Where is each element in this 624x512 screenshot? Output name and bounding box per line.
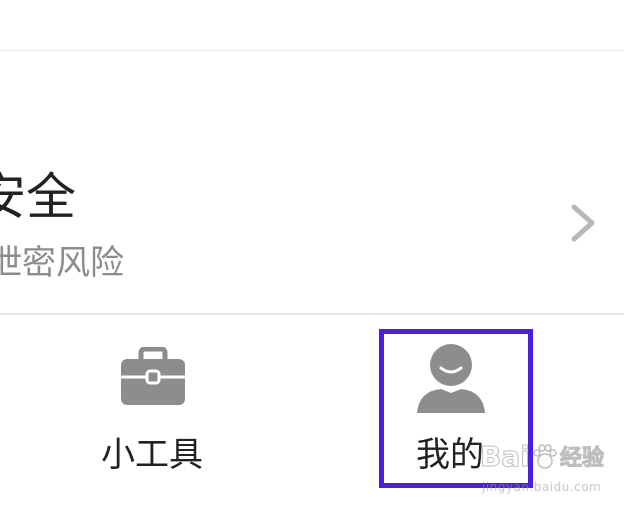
card-title: 安全	[0, 168, 76, 226]
tab-tools-label: 小工具	[101, 435, 203, 475]
watermark-url: jingyan.baidu.com	[482, 480, 602, 494]
watermark-brand: Bai	[480, 440, 531, 473]
watermark-suffix: 经验	[559, 446, 605, 472]
toolbox-icon	[121, 347, 185, 405]
watermark-logo: Bai 经验 jingyan.baidu.com	[480, 438, 620, 498]
chevron-right-icon[interactable]	[564, 201, 604, 245]
screen: 安全 泄密风险 小工具 我的 Bai 经验 jingyan.baidu.com	[0, 0, 624, 512]
paw-icon	[533, 444, 557, 469]
tab-tools[interactable]: 小工具	[67, 315, 237, 485]
top-section	[0, 0, 624, 51]
security-card[interactable]: 安全 泄密风险	[0, 51, 624, 315]
card-subtitle: 泄密风险	[0, 243, 124, 283]
